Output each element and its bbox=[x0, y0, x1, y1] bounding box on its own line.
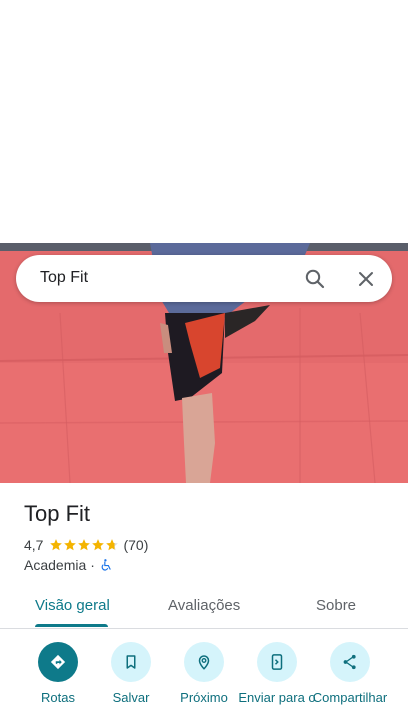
place-title: Top Fit bbox=[24, 501, 91, 526]
active-tab-indicator bbox=[35, 624, 108, 627]
separator-dot: · bbox=[90, 557, 95, 573]
category-row: Academia · bbox=[24, 556, 113, 574]
send-to-phone-label: Enviar para o bbox=[238, 690, 316, 705]
category-label: Academia bbox=[24, 557, 87, 573]
review-count[interactable]: (70) bbox=[123, 537, 148, 553]
map-area-blank bbox=[0, 0, 408, 243]
save-label: Salvar bbox=[112, 690, 150, 705]
directions-button[interactable]: Rotas bbox=[19, 640, 97, 706]
nearby-label: Próximo bbox=[180, 690, 228, 705]
tab-about[interactable]: Sobre bbox=[316, 597, 356, 614]
star-icon bbox=[50, 539, 63, 551]
search-bar[interactable]: Top Fit bbox=[16, 255, 392, 302]
rating-row[interactable]: 4,7 (70) bbox=[24, 536, 148, 554]
share-label: Compartilhar bbox=[312, 690, 388, 705]
share-button[interactable]: Compartilhar bbox=[311, 640, 389, 706]
nearby-icon[interactable] bbox=[184, 642, 224, 682]
share-icon[interactable] bbox=[330, 642, 370, 682]
action-bar: Rotas Salvar Próximo Enviar para o Compa… bbox=[0, 640, 408, 726]
bookmark-icon[interactable] bbox=[111, 642, 151, 682]
send-to-phone-button[interactable]: Enviar para o bbox=[238, 640, 316, 706]
search-input[interactable]: Top Fit bbox=[40, 269, 88, 287]
half-star-icon bbox=[106, 539, 119, 551]
tab-bar: Visão geral Avaliações Sobre bbox=[0, 582, 408, 629]
star-icon bbox=[92, 539, 105, 551]
save-button[interactable]: Salvar bbox=[92, 640, 170, 706]
rating-value: 4,7 bbox=[24, 537, 44, 553]
close-icon[interactable] bbox=[354, 267, 378, 291]
wheelchair-accessible-icon bbox=[101, 559, 111, 571]
tab-reviews[interactable]: Avaliações bbox=[168, 597, 240, 614]
star-icon bbox=[78, 539, 91, 551]
directions-label: Rotas bbox=[41, 690, 75, 705]
star-rating bbox=[49, 538, 119, 552]
tab-overview[interactable]: Visão geral bbox=[35, 597, 110, 614]
send-to-phone-icon[interactable] bbox=[257, 642, 297, 682]
directions-icon[interactable] bbox=[38, 642, 78, 682]
nearby-button[interactable]: Próximo bbox=[165, 640, 243, 706]
search-icon[interactable] bbox=[303, 267, 327, 291]
star-icon bbox=[64, 539, 77, 551]
